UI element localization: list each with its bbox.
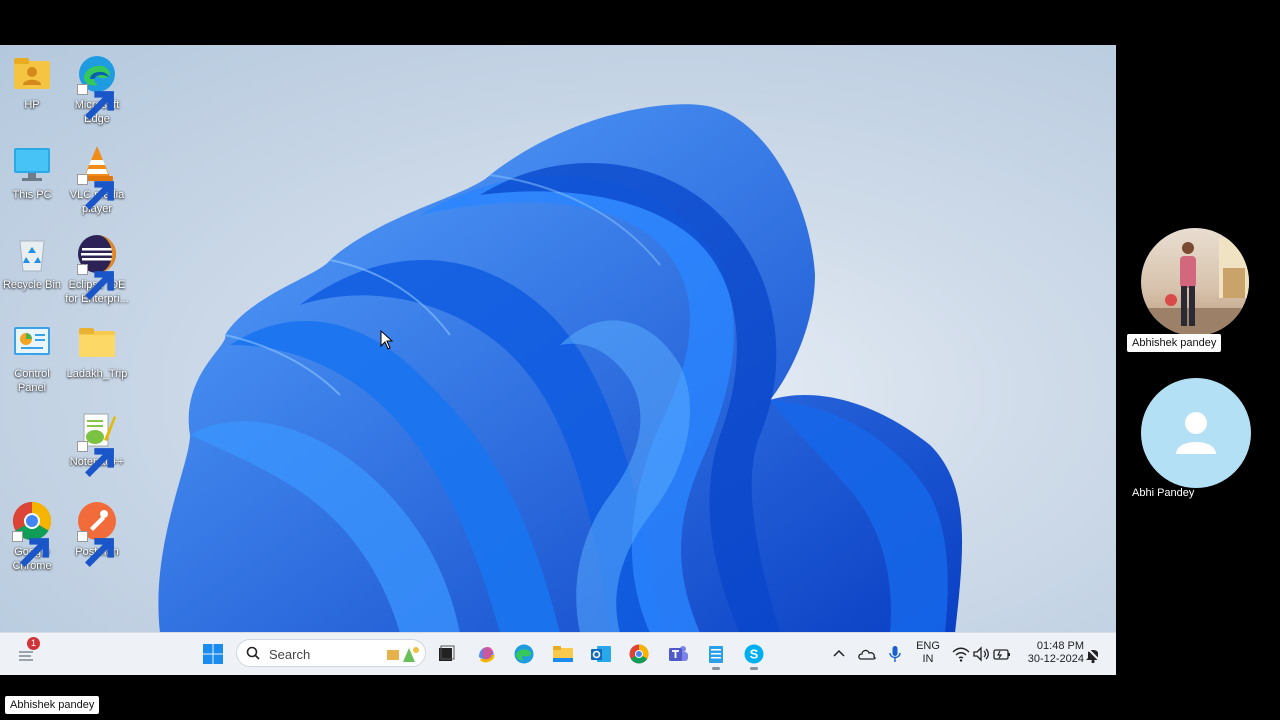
notepad-icon	[709, 646, 723, 663]
desktop-icon-recycle-bin[interactable]: Recycle Bin	[0, 233, 64, 292]
outlook-button[interactable]	[588, 642, 614, 666]
user-folder-icon	[11, 53, 53, 95]
participant-avatar-default	[1141, 378, 1251, 488]
desktop-icon-control-panel[interactable]: Control Panel	[0, 322, 64, 395]
notification-badge: 1	[27, 637, 40, 650]
desktop-icon-label: Recycle Bin	[2, 279, 62, 291]
taskbar: 1 Search S ENG IN 01:48 PM 30-12-2024	[0, 632, 1116, 675]
desktop-icon-hp[interactable]: HP	[0, 53, 64, 112]
recycle-bin-icon	[11, 233, 53, 275]
file-explorer-button[interactable]	[550, 642, 576, 666]
widgets-button[interactable]: 1	[14, 637, 40, 666]
desktop-icon-postman[interactable]: Postman	[65, 500, 129, 567]
copilot-button[interactable]	[473, 642, 499, 666]
edge-icon	[514, 644, 534, 664]
running-indicator	[712, 667, 720, 670]
taskbar-search[interactable]	[236, 639, 426, 667]
shortcut-arrow-icon	[77, 174, 114, 210]
microphone-icon	[889, 646, 901, 662]
desktop-icon-google-chrome[interactable]: Google Chrome	[0, 500, 64, 573]
search-icon	[246, 646, 260, 660]
desktop-icon-label: Control Panel	[14, 368, 50, 394]
language-code: ENG	[916, 640, 940, 652]
teams-icon	[669, 646, 688, 661]
battery-button[interactable]	[989, 642, 1015, 666]
desktop-icon-eclipse[interactable]: Eclipse IDE for Enterpri...	[65, 233, 129, 306]
onedrive-button[interactable]	[854, 642, 880, 666]
desktop-icon-this-pc[interactable]: This PC	[0, 143, 64, 202]
shared-desktop: HP Microsoft Edge This PC VLC media play…	[0, 45, 1116, 675]
edge-taskbar-button[interactable]	[511, 642, 537, 666]
bell-icon	[1085, 646, 1101, 664]
language-region: IN	[922, 653, 934, 665]
clock-time: 01:48 PM	[1036, 640, 1084, 652]
participant-tile-1[interactable]: Abhishek pandey	[1127, 228, 1267, 358]
chrome-icon	[11, 500, 53, 567]
participant-name: Abhi Pandey	[1132, 487, 1195, 499]
person-silhouette-icon	[1176, 412, 1216, 454]
desktop-icon-ladakh-trip[interactable]: Ladakh_Trip	[65, 322, 129, 381]
chrome-taskbar-button[interactable]	[626, 642, 652, 666]
desktop-icon-vlc[interactable]: VLC media player	[65, 143, 129, 216]
desktop-icon-label: This PC	[12, 189, 52, 201]
vlc-icon	[76, 143, 118, 210]
desktop-icon-label: Ladakh_Trip	[66, 368, 128, 380]
participant-tile-2[interactable]: Abhi Pandey	[1127, 378, 1267, 502]
outlook-icon	[591, 646, 611, 662]
desktop-icon-microsoft-edge[interactable]: Microsoft Edge	[65, 53, 129, 126]
shortcut-arrow-icon	[77, 264, 114, 300]
clock[interactable]: 01:48 PM 30-12-2024	[1018, 640, 1084, 666]
search-highlight-icon	[387, 647, 419, 662]
notifications-button[interactable]	[1080, 642, 1106, 666]
mouse-cursor-icon	[380, 330, 393, 350]
start-button[interactable]	[200, 642, 226, 666]
task-view-icon	[439, 645, 455, 661]
teams-button[interactable]	[665, 642, 691, 666]
participant-name: Abhishek pandey	[1127, 334, 1222, 352]
wallpaper-bloom	[158, 104, 963, 633]
search-input[interactable]	[267, 644, 381, 664]
clock-date: 30-12-2024	[1027, 653, 1084, 665]
postman-icon	[76, 500, 118, 567]
notepad-button[interactable]	[703, 642, 729, 670]
show-hidden-icons-button[interactable]	[826, 642, 852, 666]
task-view-button[interactable]	[433, 642, 459, 666]
file-explorer-icon	[553, 646, 573, 662]
copilot-icon	[479, 646, 495, 663]
shortcut-arrow-icon	[12, 531, 49, 567]
control-panel-icon	[11, 322, 53, 364]
person-photo-icon	[1141, 238, 1249, 336]
notepad-plus-icon	[76, 410, 118, 477]
battery-icon	[993, 649, 1010, 660]
desktop-icon-notepad-plus[interactable]: Notepad++	[65, 410, 129, 477]
edge-icon	[76, 53, 118, 120]
microphone-button[interactable]	[882, 642, 908, 666]
svg-text:S: S	[750, 647, 759, 662]
chevron-up-icon	[833, 649, 845, 657]
language-indicator[interactable]: ENG IN	[912, 640, 944, 666]
participant-avatar-photo	[1141, 228, 1249, 336]
chrome-icon	[629, 644, 649, 664]
shortcut-arrow-icon	[77, 441, 114, 477]
monitor-icon	[11, 143, 53, 185]
folder-icon	[76, 322, 118, 364]
eclipse-icon	[76, 233, 118, 300]
presenter-name-label: Abhishek pandey	[5, 696, 100, 714]
shortcut-arrow-icon	[77, 531, 114, 567]
cloud-icon	[858, 649, 876, 660]
running-indicator	[750, 667, 758, 670]
shortcut-arrow-icon	[77, 84, 114, 120]
skype-button[interactable]: S	[741, 642, 767, 670]
skype-icon: S	[744, 644, 764, 664]
desktop-icon-label: HP	[24, 99, 40, 111]
start-icon	[203, 644, 223, 664]
